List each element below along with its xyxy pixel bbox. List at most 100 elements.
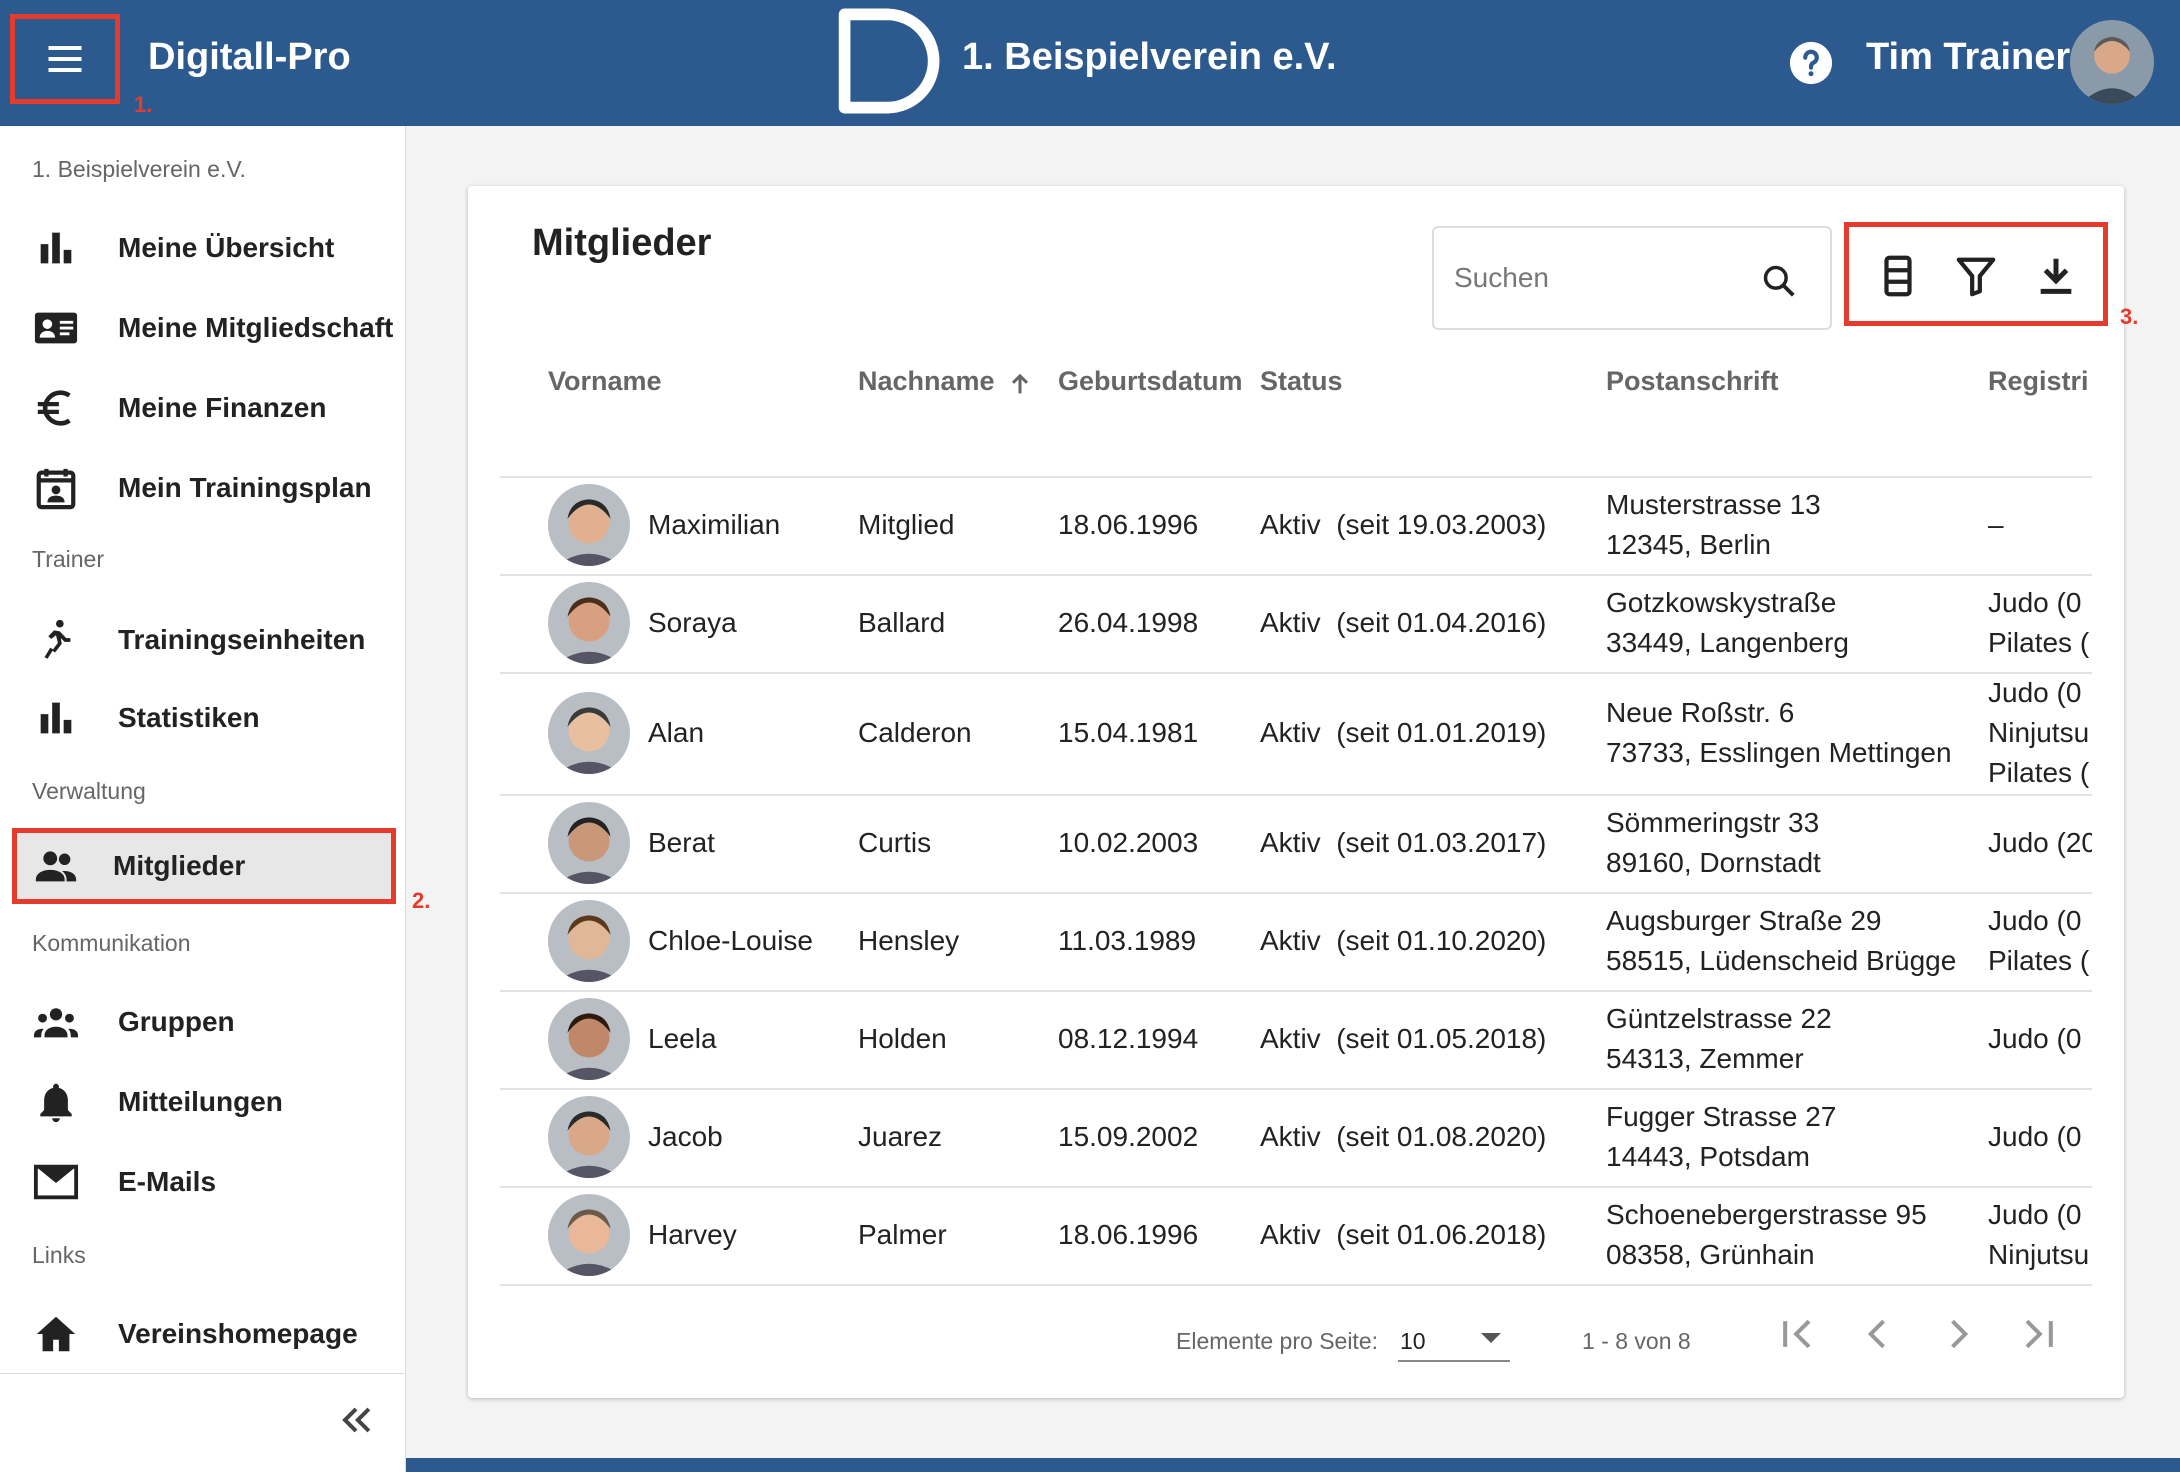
- sidebar-item-label: Vereinshomepage: [118, 1318, 358, 1349]
- cell-geburtsdatum: 15.04.1981: [1058, 717, 1199, 748]
- cell-status: Aktiv (seit 01.03.2017): [1260, 827, 1547, 858]
- cell-nachname: Ballard: [858, 607, 946, 638]
- sidebar-section-verwaltung: Verwaltung: [32, 778, 146, 804]
- cell-vorname: Berat: [648, 827, 715, 858]
- cell-street: Güntzelstrasse 22: [1606, 1003, 1832, 1034]
- sidebar-item-vereinshomepage[interactable]: Vereinshomepage: [12, 1296, 396, 1372]
- annotation-marker-2: 2.: [412, 888, 431, 913]
- club-logo-icon: [838, 8, 940, 114]
- sidebar-item-label: Trainingseinheiten: [118, 624, 366, 655]
- columns-icon[interactable]: [1875, 253, 1921, 299]
- sidebar-item-label: E-Mails: [118, 1166, 217, 1197]
- menu-button[interactable]: [10, 14, 120, 104]
- column-header-nachname[interactable]: Nachname: [858, 366, 998, 397]
- cell-city: 14443, Potsdam: [1606, 1141, 1810, 1172]
- collapse-sidebar-icon[interactable]: [334, 1398, 378, 1442]
- sidebar-item-emails[interactable]: E-Mails: [12, 1144, 396, 1220]
- column-header-vorname[interactable]: Vorname: [548, 366, 738, 397]
- sidebar-item-label: Meine Übersicht: [118, 232, 335, 263]
- search-icon[interactable]: [1760, 262, 1798, 300]
- cell-nachname: Calderon: [858, 717, 972, 748]
- sidebar-item-mitglieder[interactable]: Mitglieder: [12, 828, 396, 904]
- table-toolbar: [1844, 222, 2108, 326]
- sidebar-item-label: Statistiken: [118, 702, 260, 733]
- pagination-range: 1 - 8 von 8: [1582, 1328, 1691, 1354]
- cell-registrierung: Pilates (: [1988, 757, 2090, 788]
- cell-geburtsdatum: 15.09.2002: [1058, 1121, 1199, 1152]
- next-page-icon[interactable]: [1936, 1312, 1980, 1356]
- sidebar-item-mitgliedschaft[interactable]: Meine Mitgliedschaft: [12, 290, 396, 366]
- cell-vorname: Maximilian: [648, 509, 781, 540]
- cell-geburtsdatum: 08.12.1994: [1058, 1023, 1199, 1054]
- user-name[interactable]: Tim Trainer: [1866, 36, 2070, 79]
- club-title: 1. Beispielverein e.V.: [962, 36, 1337, 78]
- sidebar-item-label: Meine Mitgliedschaft: [118, 312, 394, 343]
- sidebar-item-finanzen[interactable]: Meine Finanzen: [12, 370, 396, 446]
- bar-chart-icon: [30, 222, 82, 274]
- cell-vorname: Harvey: [648, 1219, 737, 1250]
- sidebar-section-kommunikation: Kommunikation: [32, 930, 191, 956]
- sidebar-item-uebersicht[interactable]: Meine Übersicht: [12, 210, 396, 286]
- search-input[interactable]: [1454, 258, 1754, 298]
- sidebar-item-trainingseinheiten[interactable]: Trainingseinheiten: [12, 602, 396, 678]
- cell-geburtsdatum: 10.02.2003: [1058, 827, 1199, 858]
- cell-vorname: Jacob: [648, 1121, 723, 1152]
- euro-icon: [30, 382, 82, 434]
- sidebar-club-label: 1. Beispielverein e.V.: [32, 156, 246, 182]
- home-icon: [30, 1308, 82, 1360]
- row-divider: [500, 1284, 2092, 1286]
- column-header-status[interactable]: Status: [1260, 366, 1460, 397]
- cell-registrierung: Pilates (: [1988, 945, 2090, 976]
- hamburger-icon: [48, 45, 82, 73]
- column-header-registrierung[interactable]: Registri: [1988, 366, 2092, 397]
- dropdown-arrow-icon: [1481, 1333, 1501, 1343]
- column-header-postanschrift[interactable]: Postanschrift: [1606, 366, 1906, 397]
- cell-status: Aktiv (seit 01.05.2018): [1260, 1023, 1547, 1054]
- cell-registrierung: Judo (0: [1988, 1121, 2082, 1152]
- calendar-person-icon: [30, 462, 82, 514]
- member-avatar: [548, 802, 630, 884]
- sort-ascending-icon[interactable]: [1006, 370, 1034, 398]
- sidebar-item-trainingsplan[interactable]: Mein Trainingsplan: [12, 450, 396, 526]
- cell-nachname: Palmer: [858, 1219, 947, 1250]
- member-avatar: [548, 582, 630, 664]
- download-icon[interactable]: [2033, 253, 2079, 299]
- column-header-geburtsdatum[interactable]: Geburtsdatum: [1058, 366, 1250, 397]
- items-per-page-select[interactable]: 10: [1398, 1316, 1510, 1362]
- running-icon: [30, 614, 82, 666]
- sidebar: 1. Beispielverein e.V. Meine Übersicht M…: [0, 126, 430, 1472]
- bell-icon: [30, 1076, 82, 1128]
- app-header: 1. Digitall-Pro 1. Beispielverein e.V. T…: [0, 0, 2180, 126]
- sidebar-item-label: Gruppen: [118, 1006, 235, 1037]
- member-avatar: [548, 1096, 630, 1178]
- cell-street: Sömmeringstr 33: [1606, 807, 1820, 838]
- sidebar-item-mitteilungen[interactable]: Mitteilungen: [12, 1064, 396, 1140]
- cell-city: 58515, Lüdenscheid Brügge: [1606, 945, 1957, 976]
- cell-geburtsdatum: 18.06.1996: [1058, 509, 1199, 540]
- cell-status: Aktiv (seit 01.10.2020): [1260, 925, 1547, 956]
- help-icon[interactable]: [1788, 40, 1834, 86]
- first-page-icon[interactable]: [1776, 1312, 1820, 1356]
- sidebar-section-links: Links: [32, 1242, 86, 1268]
- cell-vorname: Leela: [648, 1023, 717, 1054]
- last-page-icon[interactable]: [2016, 1312, 2060, 1356]
- member-avatar: [548, 692, 630, 774]
- cell-status: Aktiv (seit 19.03.2003): [1260, 509, 1547, 540]
- cell-registrierung: Pilates (: [1988, 627, 2090, 658]
- user-avatar[interactable]: [2070, 20, 2154, 104]
- sidebar-item-statistiken[interactable]: Statistiken: [12, 680, 396, 756]
- cell-geburtsdatum: 18.06.1996: [1058, 1219, 1199, 1250]
- filter-icon[interactable]: [1953, 253, 1999, 299]
- cell-city: 54313, Zemmer: [1606, 1043, 1804, 1074]
- cell-street: Gotzkowskystraße: [1606, 587, 1837, 618]
- cell-status: Aktiv (seit 01.01.2019): [1260, 717, 1547, 748]
- cell-nachname: Holden: [858, 1023, 947, 1054]
- sidebar-item-gruppen[interactable]: Gruppen: [12, 984, 396, 1060]
- search-field[interactable]: [1432, 226, 1832, 330]
- member-avatar: [548, 484, 630, 566]
- page-title: Mitglieder: [532, 222, 712, 264]
- footer-bar: [406, 1458, 2180, 1472]
- app-title[interactable]: Digitall-Pro: [148, 36, 351, 79]
- previous-page-icon[interactable]: [1856, 1312, 1900, 1356]
- cell-nachname: Mitglied: [858, 509, 955, 540]
